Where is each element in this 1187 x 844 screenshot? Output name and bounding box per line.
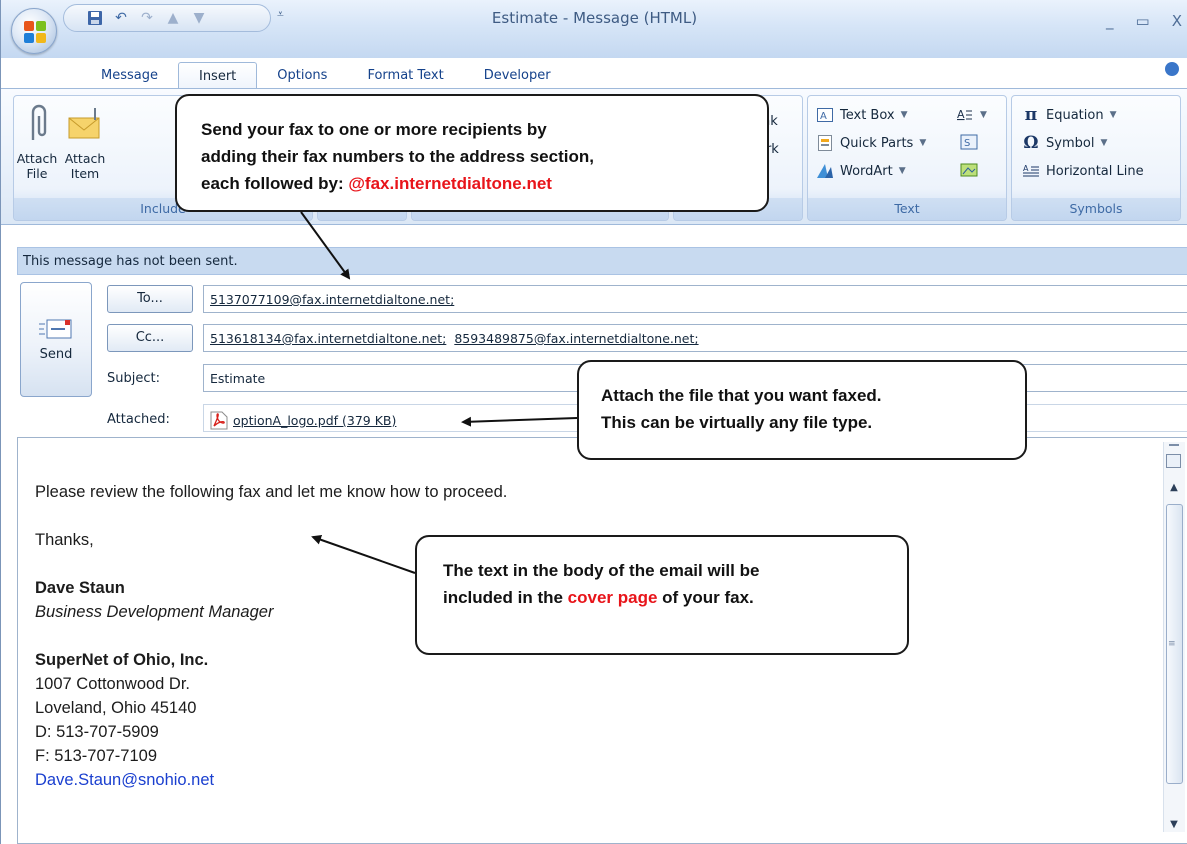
info-bar: This message has not been sent.	[17, 247, 1187, 275]
signature-phone: D: 513-707-5909	[35, 723, 159, 741]
symbol-label: Symbol	[1046, 135, 1095, 151]
pi-icon: π	[1024, 105, 1038, 125]
signature-fax: F: 513-707-7109	[35, 747, 158, 765]
svg-text:A: A	[820, 111, 827, 122]
symbols-group-label: Symbols	[1012, 198, 1180, 220]
quick-parts-button[interactable]: Quick Parts ▼	[816, 134, 926, 152]
callout-attachment-line-2: This can be virtually any file type.	[601, 413, 873, 432]
equation-label: Equation	[1046, 107, 1104, 123]
callout-body: The text in the body of the email will b…	[415, 535, 909, 655]
quick-parts-icon	[816, 134, 834, 152]
attached-label: Attached:	[107, 412, 170, 427]
send-button[interactable]: Send	[20, 282, 92, 397]
signature-address-1: 1007 Cottonwood Dr.	[35, 675, 191, 693]
subject-label: Subject:	[107, 371, 160, 386]
window-controls: _ ▭ X	[1106, 12, 1182, 30]
tab-insert[interactable]: Insert	[177, 62, 258, 90]
callout-recipients: Send your fax to one or more recipients …	[175, 94, 769, 212]
group-symbols: π Equation ▼ Ω Symbol ▼ A Horizontal Line …	[1011, 95, 1181, 221]
split-handle-icon[interactable]	[1169, 444, 1179, 448]
svg-text:A: A	[1023, 164, 1029, 173]
callout-recipients-line-2: adding their fax numbers to the address …	[201, 147, 594, 166]
wordart-label: WordArt	[840, 163, 893, 179]
scroll-down-arrow-icon[interactable]: ▼	[1164, 819, 1184, 830]
equation-button[interactable]: π Equation ▼	[1022, 105, 1117, 125]
title-bar: ↶ ↷ ▲ ▼ ⩡ Estimate - Message (HTML) _ ▭ …	[1, 0, 1187, 58]
callout-fax-domain: @fax.internetdialtone.net	[348, 174, 552, 193]
tab-message[interactable]: Message	[81, 62, 178, 90]
dropcap-icon: A	[956, 106, 974, 124]
office-button[interactable]	[11, 8, 57, 54]
tab-options[interactable]: Options	[257, 62, 347, 90]
to-button[interactable]: To...	[107, 285, 193, 313]
attach-file-label: Attach File	[16, 151, 58, 181]
ribbon-tabs: Message Insert Options Format Text Devel…	[61, 60, 571, 90]
cc-recipient-1[interactable]: 513618134@fax.internetdialtone.net;	[210, 331, 446, 346]
minimize-button[interactable]: _	[1106, 12, 1114, 30]
office-logo-icon	[24, 21, 46, 43]
callout-recipients-line-3: each followed by:	[201, 174, 349, 193]
horizontal-line-label: Horizontal Line	[1046, 163, 1144, 179]
text-box-icon: A	[816, 106, 834, 124]
wordart-button[interactable]: WordArt ▼	[816, 162, 906, 180]
paperclip-icon	[31, 104, 47, 140]
text-box-label: Text Box	[840, 107, 895, 123]
object-icon[interactable]	[960, 162, 978, 178]
wordart-icon	[816, 162, 834, 180]
text-group-label: Text	[808, 198, 1006, 220]
signature-address-2: Loveland, Ohio 45140	[35, 699, 197, 717]
help-icon[interactable]	[1165, 62, 1179, 76]
horizontal-line-button[interactable]: A Horizontal Line	[1022, 162, 1144, 180]
signature-email[interactable]: Dave.Staun@snohio.net	[35, 768, 507, 792]
symbol-button[interactable]: Ω Symbol ▼	[1022, 133, 1107, 153]
tab-developer[interactable]: Developer	[464, 62, 571, 90]
attachment-link[interactable]: optionA_logo.pdf (379 KB)	[233, 413, 396, 428]
group-text: A Text Box▼ Quick Parts▼ WordArt▼ A ▼	[807, 95, 1007, 221]
view-ruler-icon[interactable]	[1166, 454, 1181, 468]
body-line-1: Please review the following fax and let …	[35, 483, 508, 501]
omega-icon: Ω	[1023, 133, 1039, 153]
horizontal-line-icon: A	[1022, 162, 1040, 180]
send-label: Send	[39, 347, 73, 362]
cc-button[interactable]: Cc...	[107, 324, 193, 352]
callout-recipients-line-1: Send your fax to one or more recipients …	[201, 120, 547, 139]
attach-item-button[interactable]: Attach Item	[64, 104, 106, 181]
scroll-up-arrow-icon[interactable]: ▲	[1164, 482, 1184, 493]
close-button[interactable]: X	[1172, 12, 1182, 30]
attachment-item[interactable]: optionA_logo.pdf (379 KB)	[210, 411, 396, 430]
to-recipient[interactable]: 5137077109@fax.internetdialtone.net;	[210, 292, 454, 307]
pdf-icon	[210, 411, 228, 430]
signature-icon[interactable]: S	[960, 134, 978, 150]
attach-file-button[interactable]: Attach File	[16, 104, 58, 181]
svg-text:A: A	[957, 108, 965, 121]
attach-item-label: Attach Item	[64, 151, 106, 181]
callout-cover-page: cover page	[567, 588, 658, 607]
tab-format-text[interactable]: Format Text	[347, 62, 463, 90]
callout-attachment: Attach the file that you want faxed. Thi…	[577, 360, 1027, 460]
send-icon	[39, 319, 72, 339]
dropcap-button[interactable]: A ▼	[956, 106, 987, 124]
envelope-clip-icon	[68, 108, 100, 139]
text-box-button[interactable]: A Text Box ▼	[816, 106, 908, 124]
outlook-message-window: ↶ ↷ ▲ ▼ ⩡ Estimate - Message (HTML) _ ▭ …	[0, 0, 1187, 844]
callout-attachment-line-1: Attach the file that you want faxed.	[601, 386, 882, 405]
cc-field[interactable]: 513618134@fax.internetdialtone.net; 8593…	[203, 324, 1187, 352]
callout-body-line-2-suffix: of your fax.	[657, 588, 754, 607]
svg-text:S: S	[964, 138, 970, 149]
to-field[interactable]: 5137077109@fax.internetdialtone.net;	[203, 285, 1187, 313]
vertical-scrollbar[interactable]: ▲ ≡ ▼	[1163, 442, 1185, 832]
quick-parts-label: Quick Parts	[840, 135, 914, 151]
maximize-button[interactable]: ▭	[1136, 12, 1150, 30]
callout-body-line-1: The text in the body of the email will b…	[443, 561, 760, 580]
window-title: Estimate - Message (HTML)	[491, 9, 698, 27]
callout-body-line-2-prefix: included in the	[443, 588, 568, 607]
scroll-grip-icon: ≡	[1168, 639, 1176, 649]
cc-recipient-2[interactable]: 8593489875@fax.internetdialtone.net;	[454, 331, 698, 346]
